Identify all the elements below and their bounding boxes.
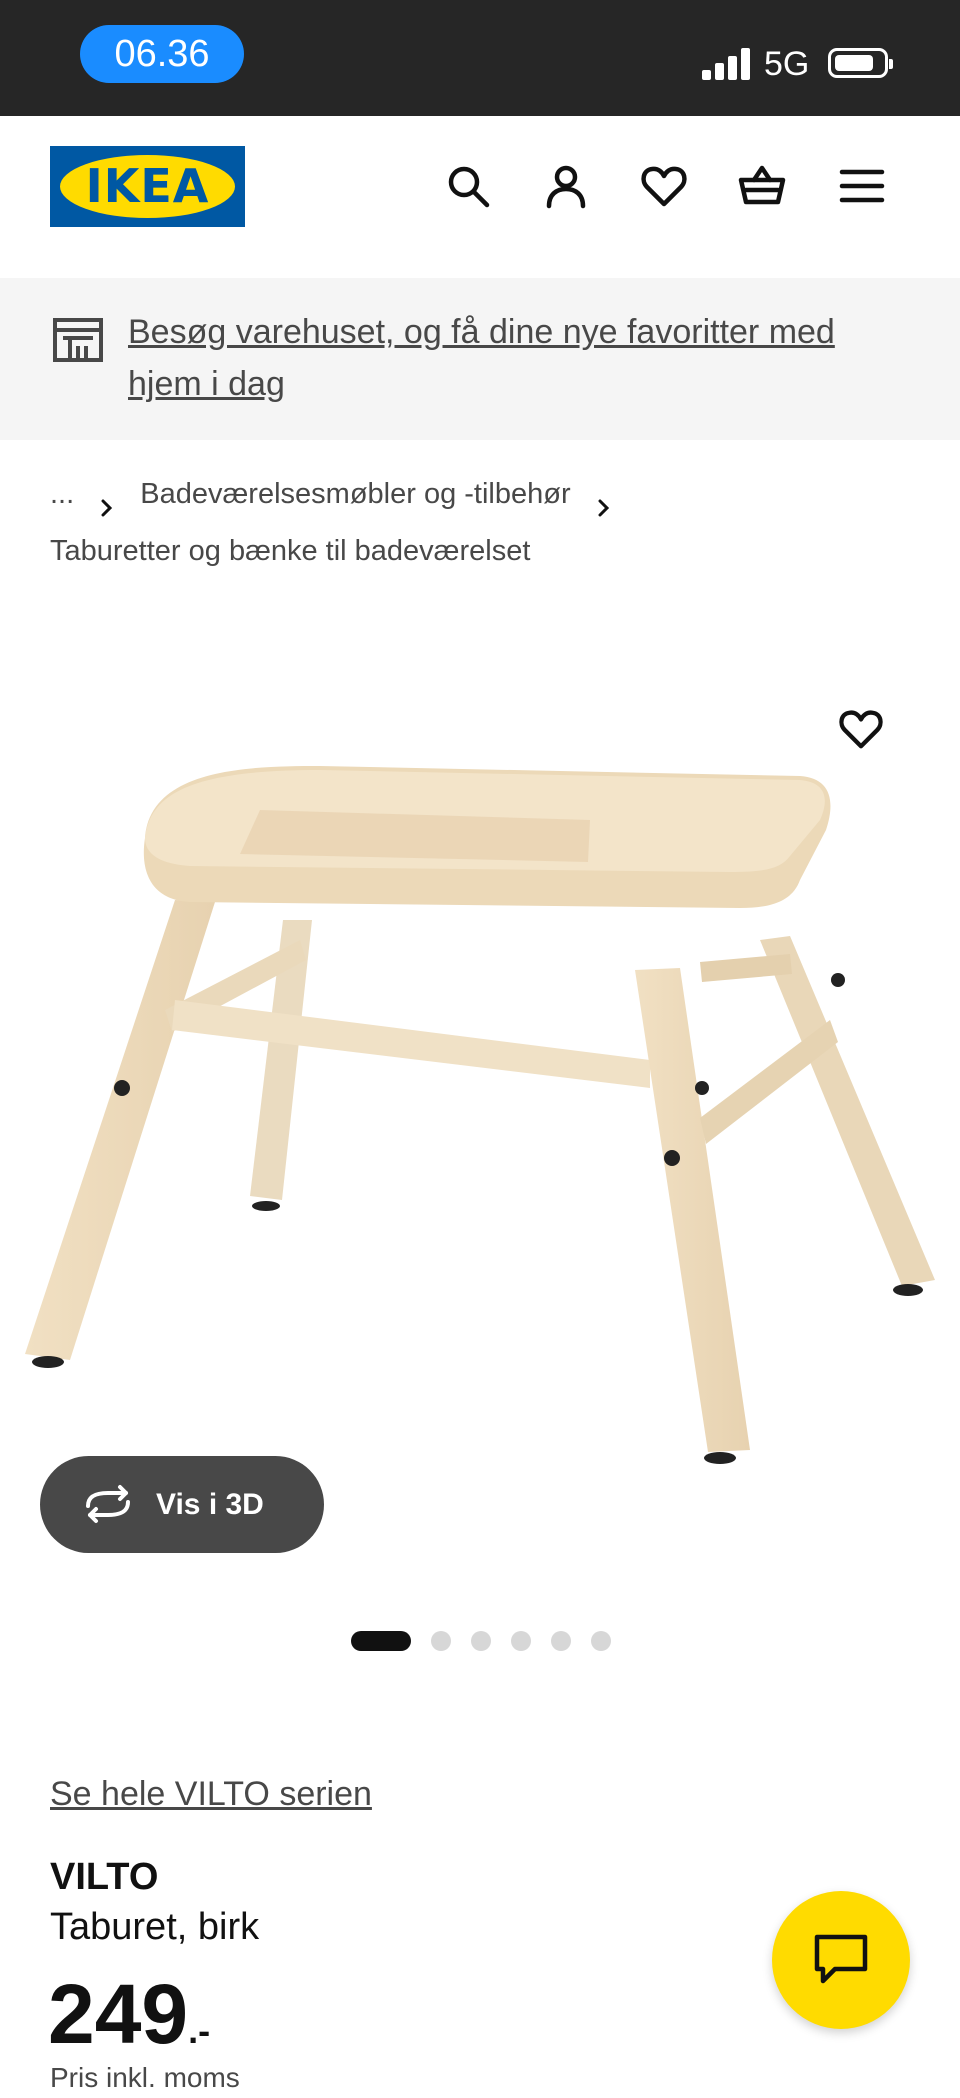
price-note: Pris inkl. moms [50,2062,240,2093]
search-icon[interactable] [444,162,492,210]
breadcrumb-bathroom-furniture[interactable]: Badeværelsesmøbler og -tilbehør [140,469,570,519]
status-bar: 06.36 5G [0,0,960,116]
pagination-dot[interactable] [551,1631,571,1651]
store-banner-link[interactable]: Besøg varehuset, og få dine nye favoritt… [128,306,908,410]
pagination-dot[interactable] [511,1631,531,1651]
breadcrumb-ellipsis[interactable]: ... [50,469,74,519]
ikea-logo[interactable]: IKEA [50,146,245,227]
menu-icon[interactable] [838,162,886,210]
series-link[interactable]: Se hele VILTO serien [50,1770,372,1818]
product-name: VILTO [50,1856,159,1898]
chevron-right-icon [100,484,114,517]
pagination-dot[interactable] [431,1631,451,1651]
store-icon [52,316,104,364]
product-price: 249.- [48,1964,210,2064]
product-image[interactable] [0,640,960,1590]
account-icon[interactable] [542,162,590,210]
chevron-right-icon [597,484,611,517]
pagination-dot[interactable] [591,1631,611,1651]
add-to-favourites-icon[interactable] [838,706,884,752]
breadcrumb-stools-benches[interactable]: Taburetter og bænke til badeværelset [50,526,930,576]
chat-button[interactable] [772,1891,910,2029]
price-amount: 249 [48,1967,189,2061]
rotate-3d-icon [82,1484,134,1524]
cart-icon[interactable] [738,162,786,210]
breadcrumb: ... Badeværelsesmøbler og -tilbehør Tabu… [50,468,930,576]
pagination-dot-active[interactable] [351,1631,411,1651]
network-type: 5G [764,45,810,83]
battery-icon [828,48,893,78]
store-banner: Besøg varehuset, og få dine nye favoritt… [0,278,960,440]
view-in-3d-button[interactable]: Vis i 3D [40,1456,324,1553]
pagination-dot[interactable] [471,1631,491,1651]
logo-text: IKEA [85,159,210,213]
favourites-icon[interactable] [640,162,688,210]
product-description: Taburet, birk [50,1906,260,1948]
signal-icon [702,48,752,80]
status-time: 06.36 [80,25,244,83]
site-header: IKEA [0,116,960,278]
price-suffix: .- [188,2010,211,2051]
chat-icon [814,1934,868,1984]
view-in-3d-label: Vis i 3D [156,1488,264,1521]
